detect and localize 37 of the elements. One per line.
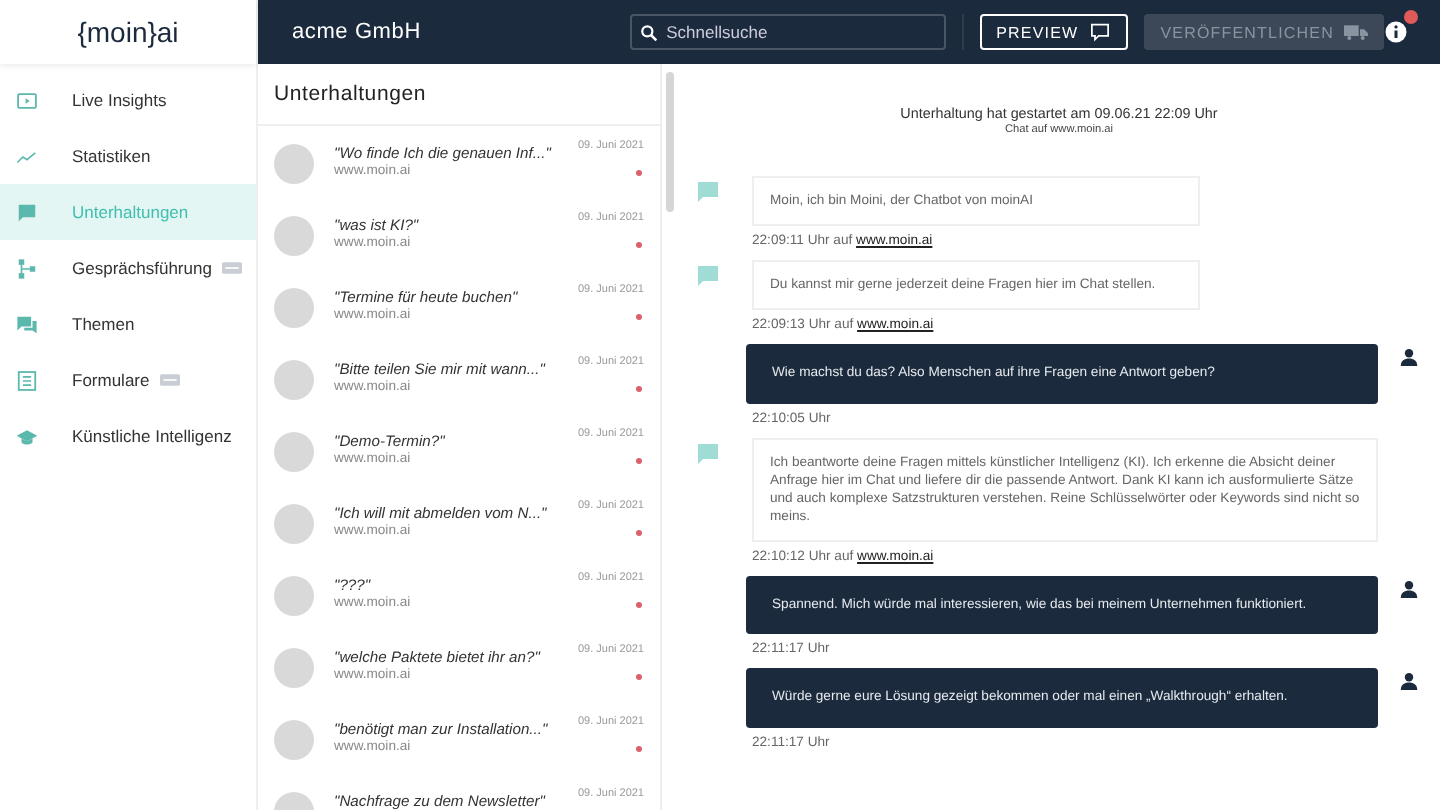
person-icon (1400, 580, 1418, 599)
list-title: Unterhaltungen (258, 64, 660, 126)
tv-icon (16, 89, 38, 111)
scrollbar[interactable] (666, 72, 674, 212)
chat-bubble-icon (698, 266, 718, 287)
avatar (274, 360, 314, 400)
search-field[interactable]: Schnellsuche (630, 14, 947, 50)
preview-button[interactable]: PREVIEW (980, 14, 1129, 50)
sidebar-item[interactable]: Themen (0, 296, 256, 352)
avatar (274, 144, 314, 184)
sidebar-item[interactable]: Künstliche Intelligenz (0, 408, 256, 464)
avatar (274, 504, 314, 544)
flow-icon (16, 257, 38, 279)
avatar (274, 432, 314, 472)
chat-bubble-icon (1088, 22, 1113, 42)
sidebar-item[interactable]: Statistiken (0, 128, 256, 184)
chat-bubbles-icon (16, 313, 38, 335)
person-icon (1400, 348, 1418, 367)
avatar (274, 576, 314, 616)
info-icon[interactable] (1384, 20, 1408, 44)
chat-bubble-icon (16, 201, 38, 223)
sidebar-item[interactable]: Formulare (0, 352, 256, 408)
search-icon (640, 23, 659, 41)
sidebar-item[interactable]: Live Insights (0, 72, 256, 128)
chat-bubble-icon (698, 182, 718, 202)
company-name: acme GmbH (292, 20, 423, 44)
chat-bubble-icon (698, 443, 718, 464)
list-icon (16, 369, 38, 391)
graduation-cap-icon (16, 425, 38, 447)
sidebar-item[interactable]: Gesprächsführung (0, 240, 256, 296)
avatar (274, 288, 314, 328)
truck-icon (1344, 22, 1368, 42)
avatar (274, 216, 314, 256)
person-icon (1400, 672, 1418, 691)
avatar (274, 720, 314, 760)
avatar (274, 648, 314, 688)
logo: {moin}ai (77, 16, 179, 48)
